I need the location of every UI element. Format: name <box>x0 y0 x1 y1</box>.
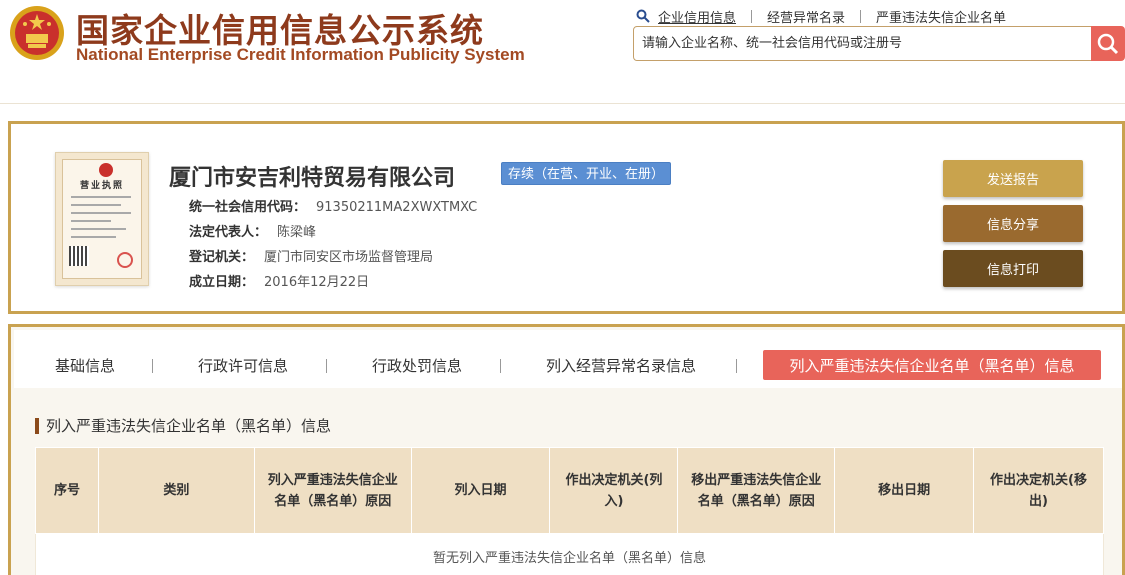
field-legal-rep: 法定代表人： 陈梁峰 <box>189 221 316 240</box>
license-title: 营业执照 <box>79 181 124 191</box>
company-name: 厦门市安吉利特贸易有限公司 <box>169 166 456 191</box>
tab-admin-license[interactable]: 行政许可信息 <box>189 350 297 380</box>
link-enterprise-credit[interactable]: 企业信用信息 <box>658 7 736 26</box>
divider <box>860 9 862 23</box>
column-header: 作出决定机关(移出) <box>973 447 1104 534</box>
status-badge: 存续（在营、开业、在册） <box>501 162 672 185</box>
table-header-row: 序号 类别 列入严重违法失信企业名单（黑名单）原因 列入日期 作出决定机关(列入… <box>35 447 1104 534</box>
column-header: 移出日期 <box>834 447 975 534</box>
column-header: 序号 <box>35 447 99 534</box>
blacklist-table: 序号 类别 列入严重违法失信企业名单（黑名单）原因 列入日期 作出决定机关(列入… <box>35 447 1104 575</box>
field-established-date: 成立日期： 2016年12月22日 <box>189 271 369 290</box>
search-icon <box>1097 33 1119 54</box>
emblem-icon <box>99 163 113 177</box>
print-info-button[interactable]: 信息打印 <box>943 250 1083 287</box>
tab-blacklist[interactable]: 列入严重违法失信企业名单（黑名单）信息 <box>763 350 1101 380</box>
share-info-button[interactable]: 信息分享 <box>943 205 1083 242</box>
section-marker <box>35 417 39 434</box>
link-blacklist[interactable]: 严重违法失信企业名单 <box>876 7 1006 26</box>
search-icon <box>636 9 650 23</box>
column-header: 移出严重违法失信企业名单（黑名单）原因 <box>677 447 836 534</box>
field-label: 登记机关： <box>189 250 255 265</box>
table-row: 暂无列入严重违法失信企业名单（黑名单）信息 <box>35 533 1104 575</box>
field-credit-code: 统一社会信用代码： 91350211MA2XWXTMXC <box>189 196 477 215</box>
field-label: 成立日期： <box>189 275 255 290</box>
company-info-panel: 营业执照 厦门市安吉利特贸易有限公司 存续（在营、开业、在册） 统一社会信用代码… <box>8 121 1125 314</box>
top-links: 企业信用信息 经营异常名录 严重违法失信企业名单 <box>636 6 1006 26</box>
section-header: 列入严重违法失信企业名单（黑名单）信息 <box>35 415 331 436</box>
business-license-image[interactable]: 营业执照 <box>55 152 149 286</box>
section-title: 列入严重违法失信企业名单（黑名单）信息 <box>46 417 332 435</box>
site-header: 国家企业信用信息公示系统 National Enterprise Credit … <box>0 0 1125 104</box>
link-abnormal-list[interactable]: 经营异常名录 <box>767 7 845 26</box>
field-label: 法定代表人： <box>189 225 268 240</box>
divider <box>751 9 753 23</box>
field-value: 91350211MA2XWXTMXC <box>316 200 478 215</box>
field-value: 陈梁峰 <box>277 225 317 240</box>
empty-message: 暂无列入严重违法失信企业名单（黑名单）信息 <box>35 533 1104 575</box>
send-report-button[interactable]: 发送报告 <box>943 160 1083 197</box>
tab-admin-penalty[interactable]: 行政处罚信息 <box>363 350 471 380</box>
tab-abnormal-list[interactable]: 列入经营异常名录信息 <box>536 350 706 380</box>
field-value: 2016年12月22日 <box>264 275 370 290</box>
search-box <box>633 26 1092 61</box>
divider <box>500 359 501 373</box>
tab-bar: 基础信息 行政许可信息 行政处罚信息 列入经营异常名录信息 列入严重违法失信企业… <box>14 330 1122 388</box>
search-input[interactable] <box>634 27 1091 60</box>
divider <box>326 359 327 373</box>
search-button[interactable] <box>1091 26 1125 61</box>
national-emblem-icon <box>10 6 64 60</box>
site-subtitle: National Enterprise Credit Information P… <box>76 45 525 64</box>
divider <box>152 359 153 373</box>
field-registration-authority: 登记机关： 厦门市同安区市场监督管理局 <box>189 246 433 265</box>
divider <box>736 359 737 373</box>
qr-code-icon <box>69 246 89 266</box>
detail-panel: 基础信息 行政许可信息 行政处罚信息 列入经营异常名录信息 列入严重违法失信企业… <box>8 324 1125 575</box>
stamp-icon <box>117 252 133 268</box>
column-header: 作出决定机关(列入) <box>549 447 679 534</box>
field-label: 统一社会信用代码： <box>189 200 307 215</box>
field-value: 厦门市同安区市场监督管理局 <box>264 250 434 265</box>
column-header: 类别 <box>97 447 255 534</box>
column-header: 列入日期 <box>410 447 551 534</box>
column-header: 列入严重违法失信企业名单（黑名单）原因 <box>253 447 412 534</box>
tab-basic-info[interactable]: 基础信息 <box>46 350 124 380</box>
